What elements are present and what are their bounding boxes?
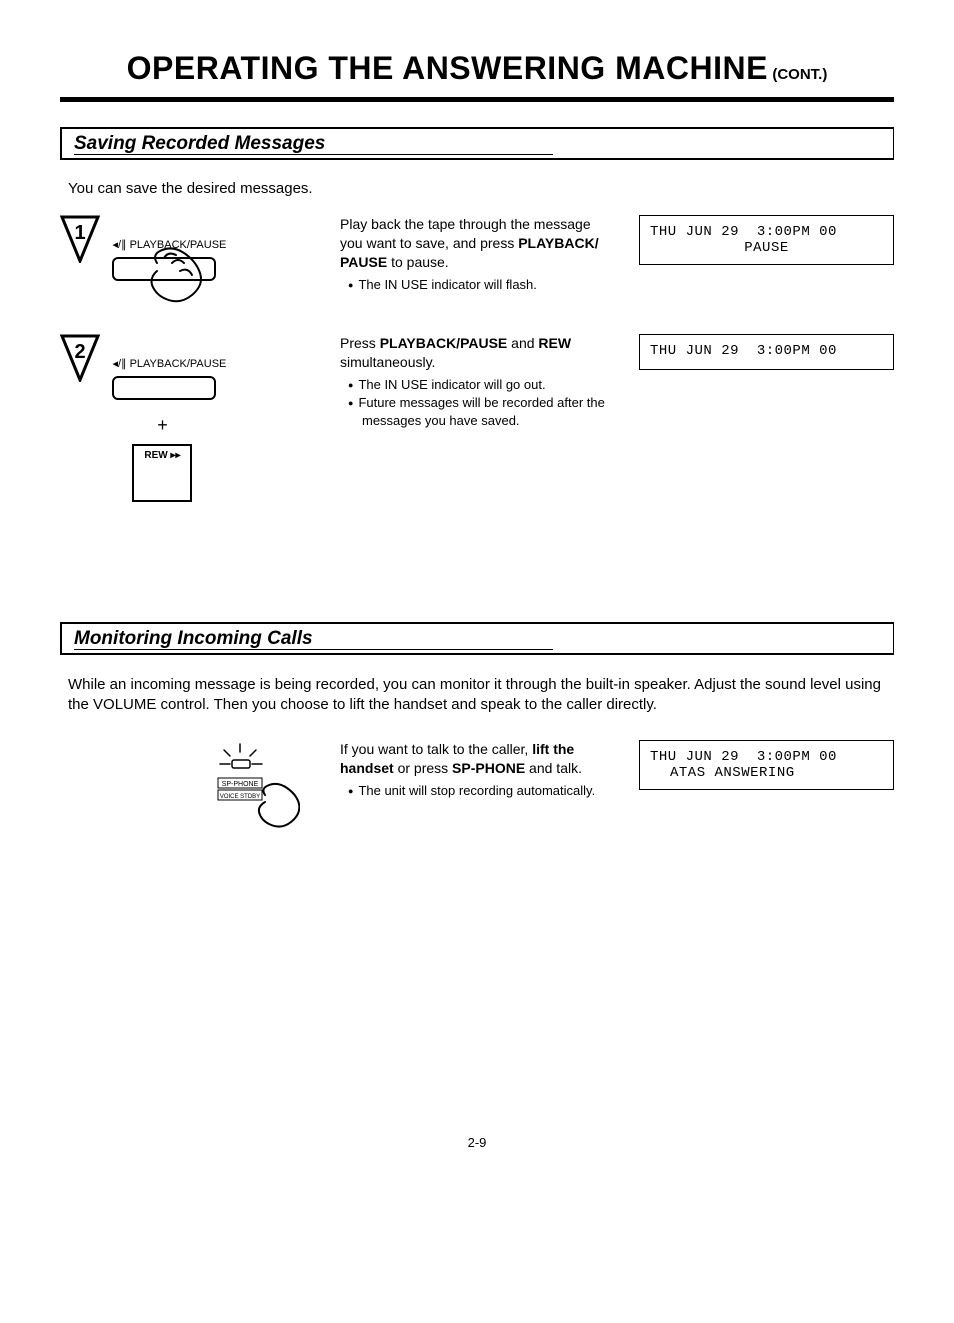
section-header-monitoring: Monitoring Incoming Calls [60, 622, 894, 655]
step-1-row: 1 ◂/∥ PLAYBACK/PAUSE [60, 215, 894, 294]
monitoring-bullet: The unit will stop recording automatical… [362, 782, 609, 800]
playback-pause-button-icon-2 [112, 376, 216, 400]
rew-button-icon: REW ▸▸ [132, 444, 192, 502]
svg-text:VOICE STDBY: VOICE STDBY [220, 794, 260, 800]
sp-phone-icon: SP-PHONE VOICE STDBY [210, 740, 300, 830]
lcd-display-1: THU JUN 29 3:00PM 00 PAUSE [639, 215, 894, 265]
section-header-saving: Saving Recorded Messages [60, 127, 894, 160]
title-rule [60, 97, 894, 102]
svg-text:2: 2 [74, 341, 85, 363]
svg-text:SP-PHONE: SP-PHONE [222, 781, 259, 788]
title-main: OPERATING THE ANSWERING MACHINE [127, 50, 768, 86]
lcd1-line2: PAUSE [650, 240, 883, 256]
page-number: 2-9 [60, 1135, 894, 1150]
lcd-display-3: THU JUN 29 3:00PM 00 ATAS ANSWERING [639, 740, 894, 790]
hand-press-icon [142, 243, 212, 318]
step-triangle-icon: 1 [60, 215, 100, 263]
monitoring-intro: While an incoming message is being recor… [68, 675, 886, 716]
plus-symbol: + [112, 415, 212, 436]
playback-pause-label-2: ◂/∥ PLAYBACK/PAUSE [112, 358, 226, 370]
saving-intro: You can save the desired messages. [68, 180, 894, 197]
monitoring-row: SP-PHONE VOICE STDBY If you want to talk… [60, 740, 894, 835]
rew-label: REW ▸▸ [144, 450, 180, 461]
step2-bullet-2: Future messages will be recorded after t… [362, 394, 609, 430]
title-cont: (CONT.) [772, 66, 827, 83]
step1-bullet: The IN USE indicator will flash. [362, 276, 609, 294]
step-2-text: Press PLAYBACK/PAUSE and REW simultaneou… [340, 334, 619, 502]
svg-text:1: 1 [74, 222, 85, 244]
lcd1-line1: THU JUN 29 3:00PM 00 [650, 224, 883, 240]
step2-bullet-1: The IN USE indicator will go out. [362, 376, 609, 394]
lcd2-line1: THU JUN 29 3:00PM 00 [650, 343, 883, 359]
step-1-text: Play back the tape through the message y… [340, 215, 619, 294]
section-header-monitoring-text: Monitoring Incoming Calls [74, 628, 313, 649]
step-2-badge: 2 [60, 334, 100, 382]
section-header-saving-text: Saving Recorded Messages [74, 133, 325, 154]
step-1-badge: 1 [60, 215, 100, 263]
step-2-row: 2 ◂/∥ PLAYBACK/PAUSE + REW ▸▸ Press PLAY… [60, 334, 894, 502]
lcd3-line2: ATAS ANSWERING [650, 765, 883, 781]
page-title: OPERATING THE ANSWERING MACHINE (CONT.) [60, 50, 894, 87]
sp-phone-illustration: SP-PHONE VOICE STDBY [210, 740, 300, 835]
monitoring-text: If you want to talk to the caller, lift … [340, 740, 619, 835]
lcd-display-2: THU JUN 29 3:00PM 00 [639, 334, 894, 370]
step-triangle-icon: 2 [60, 334, 100, 382]
lcd3-line1: THU JUN 29 3:00PM 00 [650, 749, 883, 765]
